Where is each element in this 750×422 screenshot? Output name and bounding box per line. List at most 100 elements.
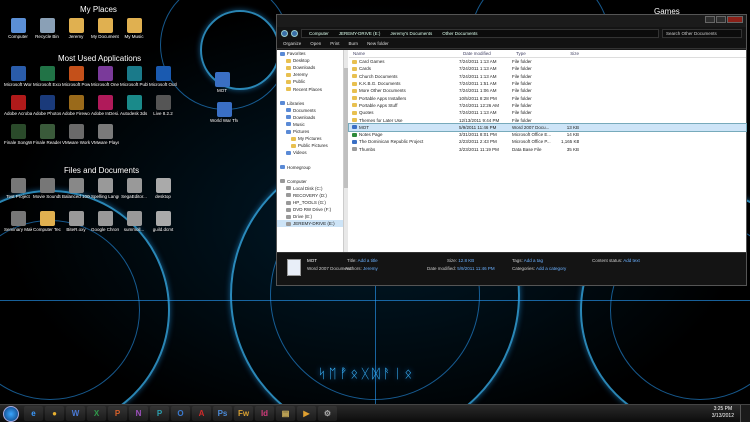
burn-button[interactable]: Burn [349,41,359,46]
desktop-shortcut[interactable]: Microsoft OneNote... [91,66,119,87]
desktop-shortcut[interactable]: My Music [120,18,148,39]
file-row[interactable]: Portable Apps Stuff 7/24/2011 12:26 AM Fil… [349,102,746,109]
nav-item[interactable]: Local Disk (C:) [277,185,344,192]
breadcrumb-item[interactable]: Jeremy's Documents [386,31,436,36]
title-value[interactable]: Add a title [358,258,378,263]
breadcrumb-item[interactable]: JEREMY-DRIVE (E:) [335,31,385,36]
print-button[interactable]: Print [330,41,339,46]
word-icon[interactable]: W [66,406,85,421]
excel-icon[interactable]: X [87,406,106,421]
categories-value[interactable]: Add a category [536,266,566,271]
desktop-shortcut[interactable]: Microsoft Publish... [120,66,148,87]
column-size[interactable]: Size [561,51,579,56]
desktop-shortcut[interactable]: Balanced 10000.dsm [62,178,90,199]
desktop-shortcut[interactable]: BiteR.oxy [62,211,90,232]
nav-item[interactable]: Public [277,78,344,85]
outlook-icon[interactable]: O [171,406,190,421]
nav-item[interactable]: DVD RW Drive (F:) [277,206,344,213]
nav-item[interactable]: Pictures [277,128,344,135]
desktop-shortcut[interactable]: Movie Soundtrack [33,178,61,199]
show-desktop-button[interactable] [740,405,750,422]
ie-icon[interactable]: e [24,406,43,421]
back-icon[interactable] [281,29,288,37]
scroll-thumb[interactable] [344,68,348,188]
maximize-button[interactable] [716,16,726,23]
chrome-icon[interactable]: ● [45,406,64,421]
file-row[interactable]: Thumbs 3/23/2011 11:19 PM Data Base File 35… [349,146,746,153]
desktop-shortcut[interactable]: Microsoft PowerPoi... [62,66,90,87]
column-date[interactable]: Date modified [459,51,512,56]
powerpoint-icon[interactable]: P [108,406,127,421]
nav-item[interactable]: Jeremy [277,71,344,78]
tags-value[interactable]: Add a tag [524,258,543,263]
desktop-shortcut[interactable]: Microsoft Outlook 2010 [149,66,177,87]
desktop-shortcut[interactable]: Adobe Photoshop... [33,95,61,116]
nav-item[interactable]: My Pictures [277,135,344,142]
column-type[interactable]: Type [512,51,561,56]
desktop-shortcut[interactable]: SegaEditor... [120,178,148,199]
explorer-window[interactable]: Computer JEREMY-DRIVE (E:) Jeremy's Docu… [276,14,747,286]
desktop-shortcut[interactable]: Microsoft Excel 2010 [33,66,61,87]
desktop-shortcut[interactable]: Finale SongWrit... [4,124,32,145]
nav-item[interactable]: Music [277,121,344,128]
status-value[interactable]: Add text [623,258,640,263]
desktop-shortcut[interactable]: Autodesk 3ds Max 2012 6... [120,95,148,116]
file-row[interactable]: Quotes 7/24/2011 1:13 AM File folder [349,109,746,116]
publisher-icon[interactable]: P [150,406,169,421]
nav-item[interactable]: RECOVERY (D:) [277,192,344,199]
column-name[interactable]: Name [349,51,459,56]
nav-scrollbar[interactable] [343,50,348,252]
file-row[interactable]: MOT 5/9/2011 11:46 PM Word 2007 Docu... 13 … [348,122,747,133]
nav-item[interactable]: Downloads [277,114,344,121]
file-row[interactable]: More Other Documents 7/24/2011 1:06 AM Fil… [349,87,746,94]
nav-item[interactable]: Computer [277,178,344,185]
desktop-shortcut[interactable]: Test Project [4,178,32,199]
desktop-shortcut[interactable]: World War Three Research... [210,102,238,123]
search-input[interactable]: Search Other Documents [662,28,742,38]
desktop-shortcut[interactable]: guild.dcmt [149,211,177,232]
address-bar[interactable]: Computer JEREMY-DRIVE (E:) Jeremy's Docu… [301,28,659,38]
nav-item[interactable]: Desktop [277,57,344,64]
nav-item[interactable]: Favorites [277,50,344,57]
forward-icon[interactable] [291,29,298,37]
file-row[interactable]: Card Games 7/24/2011 1:13 AM File folder [349,58,746,65]
file-row[interactable]: Notes Page 3/31/2011 8:01 PM Microsoft Off… [349,131,746,138]
acrobat-icon[interactable]: A [192,406,211,421]
nav-item[interactable]: Homegroup [277,164,344,171]
file-row[interactable]: Church Documents 7/24/2011 1:13 AM File fo… [349,73,746,80]
new-folder-button[interactable]: New folder [367,41,389,46]
clock[interactable]: 3:25 PM 3/13/2012 [712,406,734,420]
nav-item[interactable]: Videos [277,149,344,156]
nav-item[interactable]: JEREMY-DRIVE (E:) [277,220,344,228]
file-row[interactable]: Cards 7/24/2011 1:13 AM File folder [349,65,746,72]
desktop-shortcut[interactable]: Adobe Acrobat... [4,95,32,116]
fireworks-icon[interactable]: Fw [234,406,253,421]
tool-icon[interactable]: ⚙ [318,406,337,421]
desktop-shortcut[interactable]: Finale Reader 2011 [33,124,61,145]
file-row[interactable]: K.K.B.G. Documents 7/24/2011 1:51 AM File … [349,80,746,87]
desktop-shortcut[interactable]: VMware Workstation [62,124,90,145]
open-button[interactable]: Open [310,41,321,46]
onenote-icon[interactable]: N [129,406,148,421]
breadcrumb-item[interactable]: Computer [305,31,333,36]
nav-item[interactable]: Public Pictures [277,142,344,149]
desktop-shortcut[interactable]: My Documents [91,18,119,39]
media-icon[interactable]: ▶ [297,406,316,421]
authors-value[interactable]: Jeremy [363,266,378,271]
explorer-icon[interactable]: ▤ [276,406,295,421]
minimize-button[interactable] [705,16,715,23]
nav-item[interactable]: Recent Places [277,85,344,92]
desktop-shortcut[interactable]: Recycle Bin [33,18,61,39]
file-row[interactable]: Portable Apps Installers 10/5/2011 8:28 P… [349,94,746,101]
start-button[interactable] [3,405,19,422]
photoshop-icon[interactable]: Ps [213,406,232,421]
desktop-shortcut[interactable]: Computer [4,18,32,39]
nav-item[interactable]: Libraries [277,100,344,107]
indesign-icon[interactable]: Id [255,406,274,421]
desktop-shortcut[interactable]: VMware Player [91,124,119,145]
close-button[interactable] [727,16,743,23]
nav-item[interactable]: Downloads [277,64,344,71]
nav-item[interactable]: Drive (E:) [277,213,344,220]
desktop-shortcut[interactable]: Microsoft Word 2010 [4,66,32,87]
desktop-shortcut[interactable]: desktop [149,178,177,199]
